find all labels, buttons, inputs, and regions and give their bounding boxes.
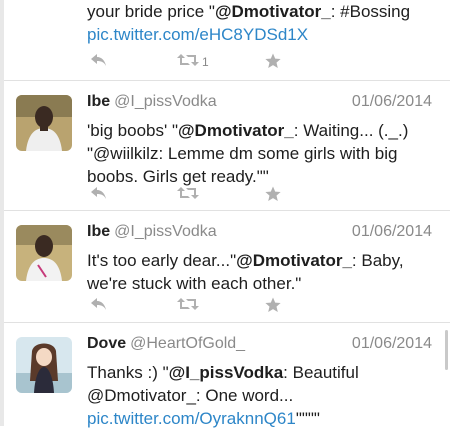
retweet-icon[interactable]: [177, 297, 199, 311]
retweet-icon[interactable]: [177, 186, 199, 200]
tweet-link[interactable]: pic.twitter.com/eHC8YDSd1X: [87, 25, 308, 44]
avatar[interactable]: [16, 337, 72, 393]
tweet-date: 01/06/2014: [351, 335, 432, 352]
scrollbar[interactable]: [445, 330, 448, 370]
avatar[interactable]: [16, 95, 72, 151]
username[interactable]: @I_pissVodka: [114, 223, 217, 240]
tweet-actions: 1: [87, 53, 287, 73]
mention[interactable]: @Dmotivator_: [178, 121, 294, 140]
display-name[interactable]: Ibe: [87, 223, 110, 240]
username[interactable]: @I_pissVodka: [114, 93, 217, 110]
author-line: Ibe @I_pissVodka: [87, 93, 217, 111]
tweet-0[interactable]: your bride price "@Dmotivator_: #Bossing…: [4, 0, 450, 80]
display-name[interactable]: Dove: [87, 335, 126, 352]
mention[interactable]: @Dmotivator_: [215, 2, 331, 21]
tweet-link[interactable]: pic.twitter.com/OyraknnQ61: [87, 409, 296, 428]
tweet-date: 01/06/2014: [351, 223, 432, 240]
retweet-icon[interactable]: [177, 53, 199, 67]
tweet-actions: [87, 186, 287, 206]
avatar[interactable]: [16, 225, 72, 281]
favorite-icon[interactable]: [265, 297, 281, 313]
tweet-1[interactable]: Ibe @I_pissVodka 01/06/2014 'big boobs' "…: [4, 81, 450, 209]
display-name[interactable]: Ibe: [87, 93, 110, 110]
tweet-text: It's too early dear..."@Dmotivator_: Bab…: [87, 251, 404, 293]
author-line: Dove @HeartOfGold_: [87, 335, 245, 353]
tweet-text: 'big boobs' "@Dmotivator_: Waiting... (.…: [87, 121, 409, 186]
username[interactable]: @HeartOfGold_: [130, 335, 245, 352]
tweet-3[interactable]: Dove @HeartOfGold_ 01/06/2014 Thanks :) "…: [4, 323, 450, 428]
tweet-2[interactable]: Ibe @I_pissVodka 01/06/2014 It's too earl…: [4, 211, 450, 321]
tweet-text: Thanks :) "@I_pissVodka: Beautiful @Dmot…: [87, 363, 359, 428]
reply-icon[interactable]: [90, 186, 108, 200]
reply-icon[interactable]: [90, 53, 108, 67]
mention[interactable]: @Dmotivator_: [236, 251, 352, 270]
favorite-icon[interactable]: [265, 186, 281, 202]
mention[interactable]: @I_pissVodka: [169, 363, 284, 382]
tweet-actions: [87, 297, 287, 317]
tweet-date: 01/06/2014: [351, 93, 432, 110]
author-line: Ibe @I_pissVodka: [87, 223, 217, 241]
reply-icon[interactable]: [90, 297, 108, 311]
retweet-count: 1: [202, 55, 209, 69]
favorite-icon[interactable]: [265, 53, 281, 69]
tweet-text: your bride price "@Dmotivator_: #Bossing…: [87, 2, 411, 44]
